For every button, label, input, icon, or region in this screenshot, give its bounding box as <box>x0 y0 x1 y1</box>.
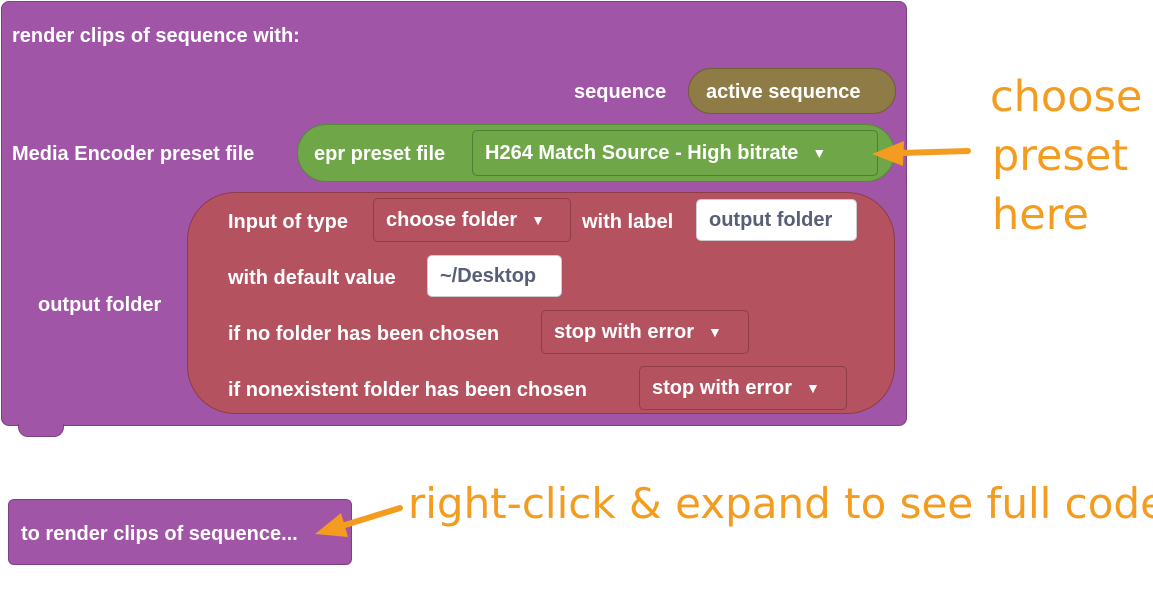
annotation-arrows <box>315 141 971 537</box>
arrow-to-block-line <box>342 505 403 528</box>
arrow-to-preset-line <box>897 148 971 156</box>
arrow-to-block-head <box>315 513 348 537</box>
arrow-to-preset-head <box>872 141 904 166</box>
